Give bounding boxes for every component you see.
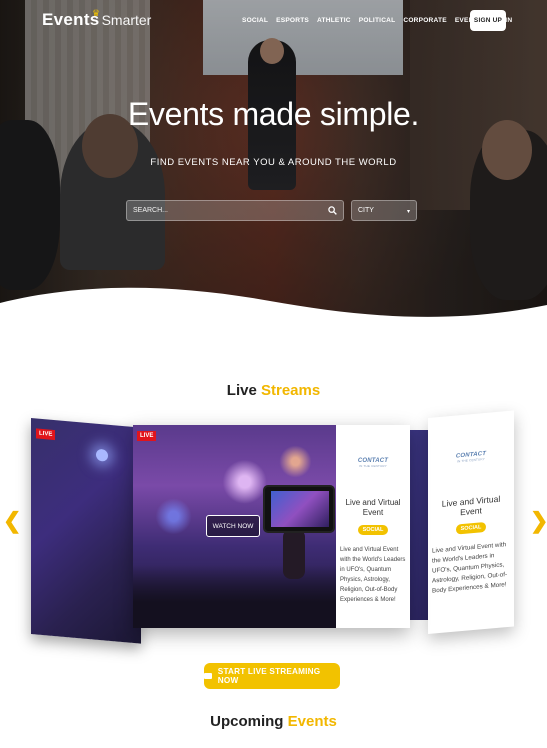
start-live-streaming-button[interactable]: START LIVE STREAMING NOW xyxy=(204,663,340,689)
carousel-card-active[interactable]: LIVE WATCH NOW CONTACT IN THE CENTURY Li… xyxy=(133,425,410,628)
event-description: Live and Virtual Event with the World's … xyxy=(432,541,508,595)
search-input[interactable] xyxy=(127,201,327,220)
live-streams-heading-a: Live xyxy=(226,382,261,399)
nav-athletic[interactable]: ATHLETIC xyxy=(317,17,351,24)
nav-esports[interactable]: ESPORTS xyxy=(276,17,309,24)
video-camera-icon xyxy=(204,673,212,679)
upcoming-events-heading-b: Events xyxy=(287,713,337,730)
logo[interactable]: Events ♛ Smarter xyxy=(42,8,152,30)
live-streams-heading: Live Streams xyxy=(0,382,547,399)
chevron-down-icon: ▾ xyxy=(406,209,410,215)
event-tag[interactable]: SOCIAL xyxy=(357,525,389,535)
card-info: CONTACT IN THE CENTURY Live and Virtual … xyxy=(428,410,514,597)
nav-political[interactable]: POLITICAL xyxy=(359,17,396,24)
nav-social[interactable]: SOCIAL xyxy=(242,17,268,24)
search-icon[interactable] xyxy=(328,206,337,215)
hero-wave xyxy=(0,287,547,335)
upcoming-events-heading-a: Upcoming xyxy=(210,713,288,730)
live-badge: LIVE xyxy=(137,431,157,441)
sign-up-button[interactable]: SIGN UP xyxy=(470,10,506,31)
event-tag[interactable]: SOCIAL xyxy=(455,521,487,535)
event-photo-phone xyxy=(263,485,335,533)
city-select-value: CITY xyxy=(358,207,374,214)
card-info: CONTACT IN THE CENTURY Live and Virtual … xyxy=(336,425,410,628)
search-box xyxy=(126,200,344,221)
carousel-card-prev[interactable]: LIVE xyxy=(31,418,141,644)
event-brand-logo: CONTACT IN THE CENTURY xyxy=(455,450,487,464)
chevron-right-icon[interactable]: ❯ xyxy=(530,508,547,534)
city-select[interactable]: CITY ▾ xyxy=(351,200,417,221)
crown-icon: ♛ xyxy=(92,8,101,18)
event-photo-crowd xyxy=(133,565,336,628)
event-description: Live and Virtual Event with the World's … xyxy=(340,547,406,603)
logo-word-events: Events xyxy=(42,10,100,29)
event-brand-logo: CONTACT IN THE CENTURY xyxy=(357,458,389,468)
upcoming-events-heading: Upcoming Events xyxy=(0,713,547,730)
carousel-card-next[interactable]: CONTACT IN THE CENTURY Live and Virtual … xyxy=(428,410,514,634)
start-live-streaming-label: START LIVE STREAMING NOW xyxy=(217,667,321,685)
live-badge: LIVE xyxy=(36,428,56,441)
chevron-left-icon[interactable]: ❮ xyxy=(3,508,21,534)
watch-now-button[interactable]: WATCH NOW xyxy=(206,515,260,537)
event-title: Live and Virtual Event xyxy=(345,498,401,517)
nav-corporate[interactable]: CORPORATE xyxy=(403,17,446,24)
hero-title: Events made simple. xyxy=(127,96,420,132)
logo-word-smarter: Smarter xyxy=(101,12,152,28)
live-streams-heading-b: Streams xyxy=(260,382,321,399)
hero-subtitle: FIND EVENTS NEAR YOU & AROUND THE WORLD xyxy=(150,157,397,168)
event-photo-hand xyxy=(283,529,305,579)
event-title: Live and Virtual Event xyxy=(441,493,501,518)
